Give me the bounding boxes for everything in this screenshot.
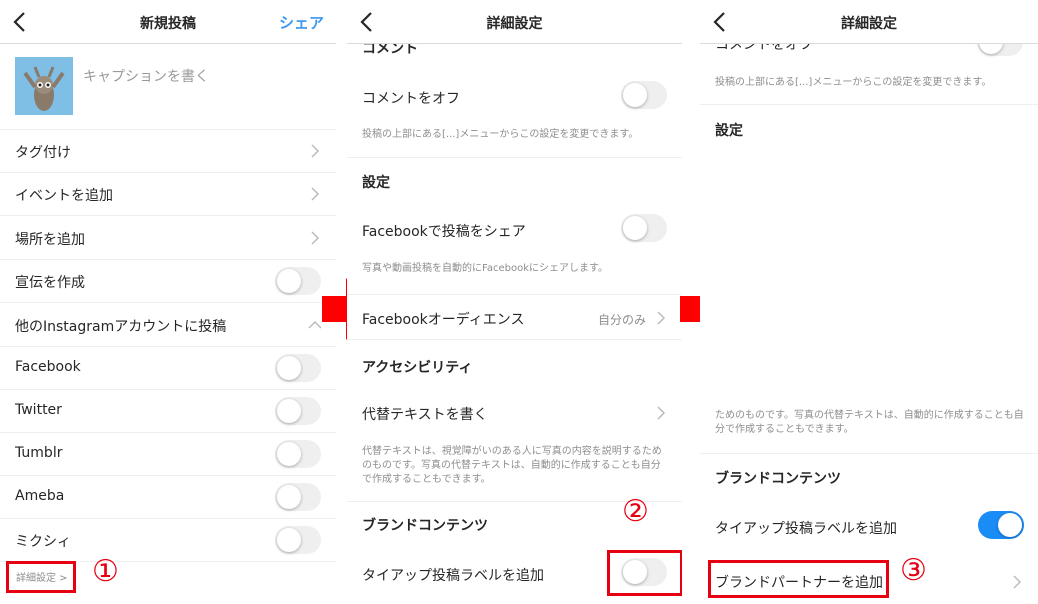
tumblr-toggle[interactable] xyxy=(275,440,321,468)
page-title: 詳細設定 xyxy=(841,16,897,32)
facebook-toggle[interactable] xyxy=(275,354,321,382)
divider xyxy=(700,104,1038,105)
header: 詳細設定 xyxy=(700,0,1038,44)
advanced-settings-panel-scrolled: 詳細設定 コメントをオフ 投稿の上部にある[...]メニューからこの設定を変更で… xyxy=(700,0,1038,604)
annotation-box-2 xyxy=(607,550,682,596)
comment-off-toggle[interactable] xyxy=(621,81,667,109)
share-button[interactable]: シェア xyxy=(279,12,324,33)
advanced-settings-panel: 詳細設定 コメント コメントをオフ 投稿の上部にある[...]メニューからこの設… xyxy=(347,0,682,604)
alt-text-note: 代替テキストは、視覚障がいのある人に写真の内容を説明するためのものです。写真の代… xyxy=(362,446,662,485)
fb-share-note: 写真や動画投稿を自動的にFacebookにシェアします。 xyxy=(362,263,608,274)
tieup-toggle[interactable] xyxy=(978,511,1024,539)
facebook-row: Facebook xyxy=(0,347,336,390)
fb-audience-row[interactable]: Facebookオーディエンス 自分のみ xyxy=(347,294,682,340)
ameba-label: Ameba xyxy=(15,488,65,504)
tumblr-label: Tumblr xyxy=(15,445,63,461)
comment-note: 投稿の上部にある[...]メニューからこの設定を変更できます。 xyxy=(715,77,992,88)
step-3-marker: ③ xyxy=(900,553,927,588)
event-label: イベントを追加 xyxy=(15,188,113,204)
event-row[interactable]: イベントを追加 xyxy=(0,173,336,216)
chevron-right-icon xyxy=(311,231,320,245)
alt-text-row[interactable]: 代替テキストを書く xyxy=(347,390,682,436)
tieup-label: タイアップ投稿ラベルを追加 xyxy=(362,568,544,584)
header: 新規投稿 シェア xyxy=(0,0,336,44)
twitter-row: Twitter xyxy=(0,390,336,433)
ameba-toggle[interactable] xyxy=(275,483,321,511)
other-account-row[interactable]: 他のInstagramアカウントに投稿 xyxy=(0,303,336,347)
chevron-right-icon xyxy=(657,311,666,325)
tumblr-row: Tumblr xyxy=(0,433,336,476)
promo-toggle[interactable] xyxy=(275,267,321,295)
mixi-toggle[interactable] xyxy=(275,526,321,554)
post-thumbnail xyxy=(15,57,73,115)
annotation-box-1 xyxy=(6,561,76,593)
accessibility-heading: アクセシビリティ xyxy=(362,360,473,376)
fb-share-toggle[interactable] xyxy=(621,214,667,242)
fb-share-label: Facebookで投稿をシェア xyxy=(362,224,526,240)
step-2-marker: ② xyxy=(622,494,649,529)
chevron-right-icon xyxy=(311,187,320,201)
page-title: 詳細設定 xyxy=(486,16,543,32)
tag-label: タグ付け xyxy=(15,145,71,161)
chevron-right-icon xyxy=(657,406,666,420)
place-label: 場所を追加 xyxy=(15,232,85,248)
new-post-panel: 新規投稿 シェア キャプションを書く タグ付け イベントを追加 場所を追加 宣伝… xyxy=(0,0,336,604)
twitter-toggle[interactable] xyxy=(275,397,321,425)
alt-text-note: ためのものです。写真の代替テキストは、自動的に作成することも自分で作成することも… xyxy=(715,410,1024,435)
chevron-right-icon xyxy=(1013,575,1022,589)
step-1-marker: ① xyxy=(92,554,119,589)
annotation-box-3 xyxy=(708,560,889,598)
comment-off-label: コメントをオフ xyxy=(362,91,460,107)
place-row[interactable]: 場所を追加 xyxy=(0,216,336,260)
comment-note: 投稿の上部にある[...]メニューからこの設定を変更できます。 xyxy=(362,129,639,140)
mixi-label: ミクシィ xyxy=(15,534,71,550)
other-account-label: 他のInstagramアカウントに投稿 xyxy=(15,319,227,335)
brand-content-heading: ブランドコンテンツ xyxy=(715,471,841,487)
header: 詳細設定 xyxy=(347,0,682,44)
chevron-right-icon xyxy=(311,144,320,158)
facebook-label: Facebook xyxy=(15,359,81,375)
divider xyxy=(700,453,1038,454)
promo-row: 宣伝を作成 xyxy=(0,260,336,303)
promo-label: 宣伝を作成 xyxy=(15,275,85,291)
tieup-label: タイアップ投稿ラベルを追加 xyxy=(715,521,897,537)
chevron-up-icon xyxy=(308,320,322,329)
brand-content-heading: ブランドコンテンツ xyxy=(362,518,488,534)
caption-row: キャプションを書く xyxy=(0,44,336,130)
fb-audience-value: 自分のみ xyxy=(597,313,646,327)
twitter-label: Twitter xyxy=(15,402,62,418)
fb-audience-label: Facebookオーディエンス xyxy=(362,312,525,328)
ameba-row: Ameba xyxy=(0,476,336,519)
settings-heading: 設定 xyxy=(362,175,390,191)
divider xyxy=(347,157,682,158)
tag-row[interactable]: タグ付け xyxy=(0,130,336,173)
settings-heading: 設定 xyxy=(715,123,743,139)
alt-text-label: 代替テキストを書く xyxy=(362,407,488,423)
mixi-row: ミクシィ xyxy=(0,519,336,562)
caption-input[interactable]: キャプションを書く xyxy=(83,66,209,86)
